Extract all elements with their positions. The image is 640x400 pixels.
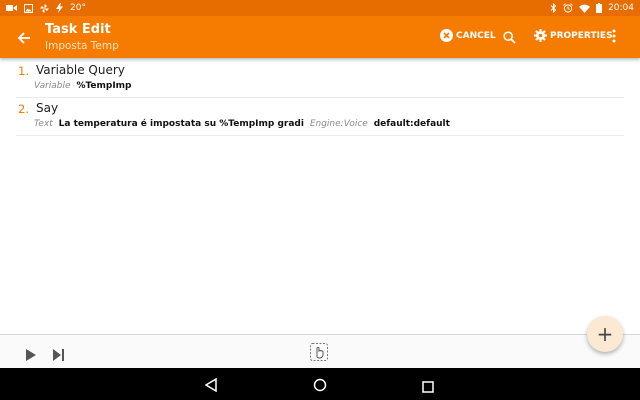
touch-button[interactable] xyxy=(310,343,328,365)
more-options-button[interactable] xyxy=(612,28,616,47)
bluetooth-icon xyxy=(550,3,557,13)
add-action-button[interactable]: + xyxy=(587,316,623,352)
video-icon xyxy=(6,4,17,12)
more-vertical-icon xyxy=(612,29,616,43)
plus-icon: + xyxy=(596,322,614,346)
alarm-icon xyxy=(563,3,573,13)
navigation-bar xyxy=(0,368,640,400)
gear-icon xyxy=(534,29,547,42)
bolt-icon xyxy=(56,3,63,13)
back-button[interactable] xyxy=(14,28,34,48)
cancel-label: CANCEL xyxy=(456,30,496,41)
pinwheel-icon xyxy=(40,3,49,13)
play-button[interactable] xyxy=(25,346,37,365)
action-number: 1. xyxy=(18,64,29,78)
image-icon xyxy=(24,3,33,13)
action-name: Variable Query xyxy=(36,63,125,77)
clock-text: 20:04 xyxy=(608,3,634,13)
action-args: Variable %TempImp xyxy=(34,81,135,91)
nav-back-button[interactable] xyxy=(204,377,217,396)
search-icon xyxy=(503,31,516,44)
action-item[interactable]: 2. Say Text La temperatura é impostata s… xyxy=(16,98,624,136)
bottom-toolbar xyxy=(0,334,640,368)
play-icon xyxy=(26,349,36,361)
action-name: Say xyxy=(36,101,59,115)
arrow-left-icon xyxy=(17,32,30,44)
triangle-back-icon xyxy=(204,377,217,393)
touch-icon xyxy=(310,343,328,361)
temperature-text: 20° xyxy=(70,3,86,13)
properties-button[interactable]: PROPERTIES xyxy=(534,29,613,42)
page-title: Task Edit xyxy=(45,22,111,37)
arg-label: Engine:Voice xyxy=(309,119,368,129)
skip-next-icon xyxy=(53,349,64,361)
cancel-button[interactable]: CANCEL xyxy=(440,29,496,42)
close-circle-icon xyxy=(440,29,453,42)
circle-home-icon xyxy=(313,378,327,392)
arg-value: default:default xyxy=(373,119,450,129)
arg-label: Variable xyxy=(34,81,71,91)
arg-value: La temperatura é impostata su %TempImp g… xyxy=(58,119,304,129)
search-button[interactable] xyxy=(503,29,516,48)
app-bar: Task Edit Imposta Temp CANCEL PROPERTIES xyxy=(0,16,640,58)
wifi-icon xyxy=(579,4,591,13)
nav-home-button[interactable] xyxy=(313,377,327,396)
nav-recents-button[interactable] xyxy=(422,378,434,397)
arg-label: Text xyxy=(34,119,53,129)
action-item[interactable]: 1. Variable Query Variable %TempImp xyxy=(16,60,624,98)
arg-value: %TempImp xyxy=(76,81,132,91)
square-recents-icon xyxy=(422,381,434,393)
battery-icon xyxy=(596,3,603,13)
task-name: Imposta Temp xyxy=(45,40,119,52)
properties-label: PROPERTIES xyxy=(550,30,613,41)
status-bar: 20° 20:04 xyxy=(0,0,640,16)
action-number: 2. xyxy=(18,102,29,116)
task-action-list: 1. Variable Query Variable %TempImp 2. S… xyxy=(16,60,624,136)
action-args: Text La temperatura é impostata su %Temp… xyxy=(34,119,453,129)
step-button[interactable] xyxy=(53,346,65,365)
